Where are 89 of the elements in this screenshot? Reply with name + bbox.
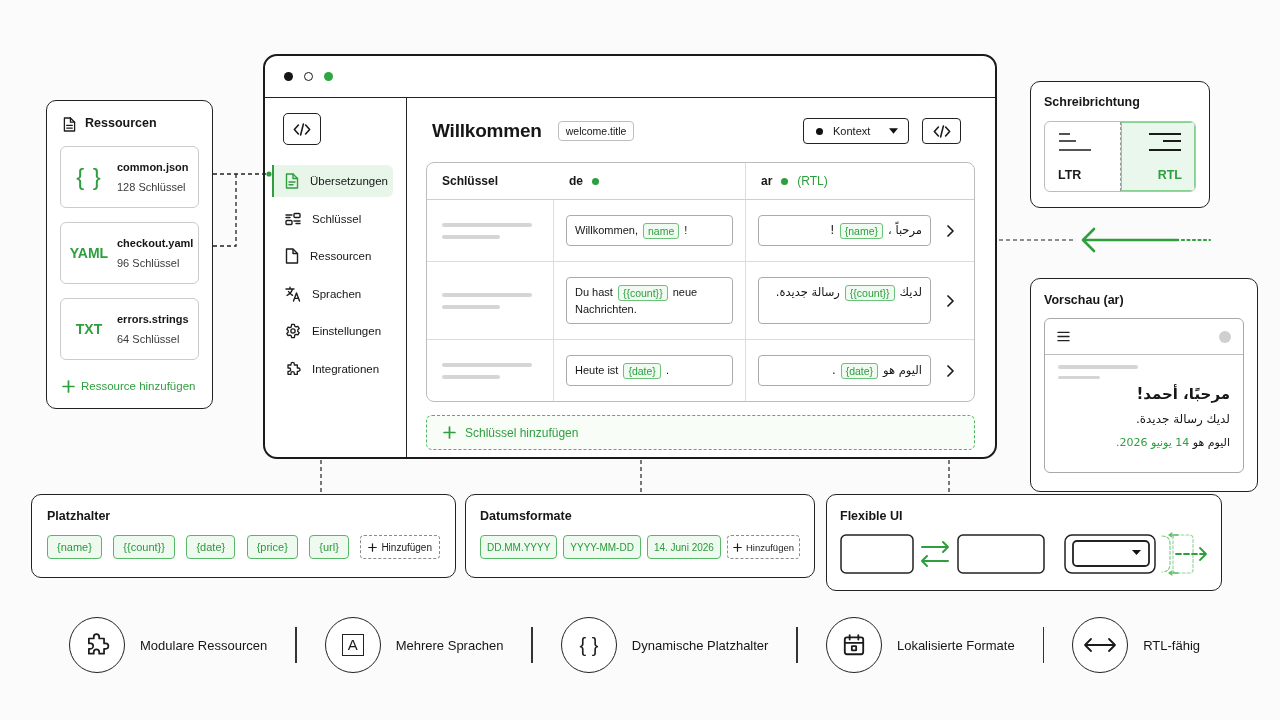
file-type-label: { } xyxy=(75,163,103,191)
file-type-label: TXT xyxy=(74,321,104,337)
menu-icon[interactable] xyxy=(1057,331,1070,342)
plus-icon xyxy=(443,426,456,440)
translate-icon xyxy=(285,285,301,302)
translation-field[interactable]: Du hast {{count}} neue Nachrichten. xyxy=(566,277,733,325)
sidebar-item[interactable]: Übersetzungen xyxy=(272,165,393,197)
format-chip[interactable]: {price} xyxy=(246,535,298,559)
feature-label: Modulare Ressourcen xyxy=(140,637,268,653)
feature-label: Lokalisierte Formate xyxy=(896,637,1015,653)
code-button[interactable] xyxy=(922,118,961,144)
file-type-label: YAML xyxy=(68,245,110,261)
puzzle-icon xyxy=(285,360,301,377)
file-name: errors.strings xyxy=(117,313,189,325)
puzzle-icon xyxy=(69,617,125,673)
placeholder-chip: name xyxy=(642,223,680,240)
translation-field[interactable]: Willkommen, name ! xyxy=(566,215,733,247)
panel-title: Schreibrichtung xyxy=(1044,94,1140,111)
file-name: common.json xyxy=(117,161,189,173)
direction-option[interactable]: LTR xyxy=(1045,122,1120,191)
panel-title: Ressourcen xyxy=(85,115,157,132)
sidebar-item[interactable]: Integrationen xyxy=(272,352,393,385)
sidebar-item[interactable]: Einstellungen xyxy=(272,315,393,347)
message-text: لديك رسالة جديدة. xyxy=(1135,412,1230,426)
file-icon xyxy=(285,248,299,264)
resource-card[interactable]: { } common.json 128 Schlüssel xyxy=(60,146,199,208)
braces-icon: { } xyxy=(560,617,617,673)
direction-note: (RTL) xyxy=(797,174,828,188)
add-button[interactable]: Hinzufügen xyxy=(360,535,440,559)
align-right-icon xyxy=(1148,132,1182,152)
toggles-icon xyxy=(285,211,301,226)
chevron-right-icon[interactable] xyxy=(946,294,954,307)
add-resource-link[interactable]: Ressource hinzufügen xyxy=(60,378,196,394)
date-text: اليوم هو 14 يونيو 2026. xyxy=(1116,436,1230,449)
feature-label: Dynamische Platzhalter xyxy=(631,637,769,653)
chevron-right-icon[interactable] xyxy=(946,364,954,377)
placeholder-chip: {{count}} xyxy=(844,284,895,301)
panel-title: Datumsformate xyxy=(480,508,572,525)
panel-title: Platzhalter xyxy=(47,508,111,525)
panel-title: Vorschau (ar) xyxy=(1044,292,1124,309)
greeting-text: مرحبًا، أحمد! xyxy=(1136,385,1230,403)
panel-title: Flexible UI xyxy=(840,508,903,525)
avatar-icon xyxy=(1219,330,1231,343)
placeholder-chip: {name} xyxy=(839,222,884,239)
key-tag: welcome.title xyxy=(557,121,635,141)
key-count: 64 Schlüssel xyxy=(117,333,180,345)
format-chip[interactable]: DD.MM.YYYY xyxy=(480,535,558,559)
resource-card[interactable]: TXT errors.strings 64 Schlüssel xyxy=(60,298,199,360)
key-count: 128 Schlüssel xyxy=(117,181,186,193)
file-name: checkout.yaml xyxy=(117,237,194,249)
code-icon xyxy=(932,124,951,138)
format-chip[interactable]: {name} xyxy=(47,535,102,559)
placeholder-chip: {date} xyxy=(840,362,879,379)
add-key-button[interactable]: Schlüssel hinzufügen xyxy=(426,415,975,451)
window-control-dot-icon[interactable] xyxy=(304,72,313,81)
feature-label: RTL-fähig xyxy=(1143,637,1201,653)
translation-field[interactable]: Heute ist {date} . xyxy=(566,355,733,387)
sidebar-item[interactable]: Schlüssel xyxy=(272,202,393,235)
column-header: de xyxy=(569,174,583,188)
format-chip[interactable]: 14. Juni 2026 xyxy=(646,535,721,559)
format-chip[interactable]: {url} xyxy=(309,535,349,559)
document-icon xyxy=(63,116,76,132)
caret-down-icon xyxy=(889,128,898,134)
code-icon xyxy=(283,113,321,145)
key-count: 96 Schlüssel xyxy=(117,257,180,269)
context-dropdown[interactable]: Kontext xyxy=(803,118,909,144)
align-left-icon xyxy=(1058,132,1092,152)
column-header: Schlüssel xyxy=(442,174,499,188)
window-control-dot-icon[interactable] xyxy=(324,72,333,81)
add-button[interactable]: Hinzufügen xyxy=(726,535,800,559)
gear-icon xyxy=(285,323,301,339)
window-control-dot-icon[interactable] xyxy=(284,72,293,81)
chevron-right-icon[interactable] xyxy=(946,224,954,237)
format-chip[interactable]: {date} xyxy=(186,535,236,559)
page-title: Willkommen xyxy=(432,120,542,142)
placeholder-chip: {{count}} xyxy=(617,285,668,302)
format-chip[interactable]: YYYY-MM-DD xyxy=(563,535,641,559)
letter-icon: A xyxy=(324,617,381,673)
sidebar-item[interactable]: Sprachen xyxy=(272,277,393,310)
feature-label: Mehrere Sprachen xyxy=(395,637,504,653)
plus-icon xyxy=(732,542,742,552)
document-icon xyxy=(285,173,299,189)
sidebar-item[interactable]: Ressourcen xyxy=(272,240,393,272)
format-chip[interactable]: {{count}} xyxy=(113,535,175,559)
plus-icon xyxy=(368,542,378,552)
placeholder-chip: {date} xyxy=(623,363,661,380)
dot-icon xyxy=(816,127,823,135)
column-header: ar xyxy=(761,174,773,188)
plus-icon xyxy=(62,379,75,393)
